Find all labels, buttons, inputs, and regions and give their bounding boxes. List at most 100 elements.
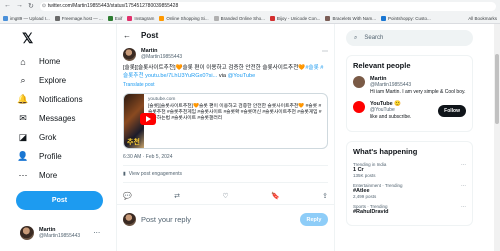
tweet-text-main: [슬롯][슬롯사이트추천]🧡슬롯 편이 이용하고 검증한 안전한 슬롯사이트추천…	[123, 65, 306, 71]
trend-item[interactable]: Sports · Trending #RahulDravid ⋯	[353, 204, 466, 215]
bookmark-label: Freemage.host — ...	[61, 15, 103, 21]
nav-item-label: Notifications	[39, 95, 83, 104]
nav-item-grok[interactable]: ◪ Grok	[16, 128, 106, 147]
thumbnail-text: 추천	[127, 139, 140, 146]
tweet: Martin @Martin19855443 ⋯ [슬롯][슬롯사이트추천]🧡슬…	[117, 46, 334, 190]
bookmark-item[interactable]: img89 — Upload I...	[3, 15, 50, 21]
youtube-mention-link[interactable]: @YouTube	[228, 73, 256, 79]
whats-happening-panel: What's happening Trending in India 1 Cr 13…	[346, 141, 473, 226]
tweet-author-handle[interactable]: @Martin19855443	[141, 54, 182, 60]
nav-item-profile[interactable]: 👤 Profile	[16, 147, 106, 166]
card-description: [슬롯][슬롯사이트추천]🧡슬롯 편이 이용하고 검증한 안전한 슬롯사이트추천…	[147, 104, 322, 121]
bookmark-item[interactable]: Branded Online Sho...	[213, 15, 265, 21]
more-options-icon[interactable]: ⋯	[322, 48, 328, 61]
person-bio: Hi iam Martin. I am very simple & Cool b…	[370, 89, 466, 95]
bookmark-label: Online Shopping Si...	[166, 15, 209, 21]
like-icon[interactable]: ♡	[222, 192, 228, 200]
bookmark-favicon-icon	[3, 15, 8, 21]
trend-count: 2,499 posts	[353, 194, 377, 199]
nav-item-messages[interactable]: ✉ Messages	[16, 109, 106, 128]
nav-item-notifications[interactable]: 🔔 Notifications	[16, 90, 106, 109]
retweet-icon[interactable]: ⇄	[174, 192, 180, 200]
reply-input[interactable]: Post your reply	[141, 215, 295, 224]
nav-item-home[interactable]: ⌂ Home	[16, 52, 106, 71]
translate-post-link[interactable]: Translate post	[123, 82, 328, 88]
relevant-person[interactable]: YouTube 🙂 @YouTube like and subscribe. Foll…	[353, 101, 466, 120]
tweet-avatar[interactable]	[123, 48, 136, 61]
bookmark-item[interactable]: Bracelets With Nam...	[325, 15, 376, 21]
forward-arrow-icon[interactable]: →	[16, 2, 23, 10]
search-input[interactable]: ⌕ Search	[346, 30, 473, 46]
reply-button[interactable]: Reply	[300, 213, 328, 226]
scrollbar[interactable]	[494, 24, 500, 251]
home-icon: ⌂	[20, 56, 26, 67]
more-options-icon[interactable]: ⋯	[461, 183, 466, 189]
bookmark-favicon-icon	[127, 15, 133, 21]
person-bio: like and subscribe.	[370, 114, 412, 120]
avatar[interactable]	[353, 101, 365, 113]
bookmark-item[interactable]: Bijoy - Unicode Con...	[269, 15, 320, 21]
account-switcher[interactable]: Martin @Martin19855443 ⋯	[20, 226, 100, 240]
relevant-people-panel: Relevant people Martin @Martin19855443 Hi …	[346, 55, 473, 132]
tweet-actions: 💬 ⇄ ♡ 🔖 ⇪	[117, 190, 334, 202]
nav-item-label: More	[39, 171, 58, 180]
bookmark-item[interactable]: Instagram	[127, 15, 155, 21]
bookmark-item[interactable]: Exif	[107, 15, 122, 21]
back-arrow-icon[interactable]: ←	[4, 2, 11, 10]
post-button[interactable]: Post	[16, 191, 103, 210]
bookmark-label: Bracelets With Nam...	[332, 15, 376, 21]
share-icon[interactable]: ⇪	[322, 192, 328, 200]
account-handle: @Martin19855443	[39, 233, 81, 239]
address-bar[interactable]: ⊙ twitter.com/Martin19855443/status/1754…	[39, 1, 496, 11]
post-header: ← Post	[117, 24, 334, 46]
post-engagements-link[interactable]: ▮ View post engagements	[123, 171, 328, 177]
trend-title: #RahulDravid	[353, 209, 389, 215]
divider	[117, 204, 334, 205]
more-options-icon[interactable]: ⋯	[461, 162, 466, 168]
trend-count: 135K posts	[353, 173, 376, 178]
divider	[123, 165, 328, 166]
reply-icon[interactable]: 💬	[123, 192, 132, 200]
bookmark-item[interactable]: Pointshoppy: Custo...	[380, 15, 431, 21]
bookmark-label: Instagram	[134, 15, 155, 21]
trend-item[interactable]: Entertainment · Trending #Atlee 2,499 post…	[353, 183, 466, 199]
browser-chrome: ← → ↻ ⊙ twitter.com/Martin19855443/statu…	[0, 0, 500, 24]
relevant-person[interactable]: Martin @Martin19855443 Hi iam Martin. I am…	[353, 76, 466, 95]
nav-item-more[interactable]: ⋯ More	[16, 166, 106, 185]
bookmark-favicon-icon	[107, 15, 113, 21]
person-handle: @YouTube	[370, 107, 395, 113]
play-icon[interactable]	[140, 113, 156, 125]
page-title: Post	[141, 30, 159, 40]
bookmark-favicon-icon	[159, 15, 165, 21]
site-info-icon[interactable]: ⊙	[42, 2, 46, 11]
scrollbar-thumb[interactable]	[495, 54, 499, 124]
back-arrow-icon[interactable]: ←	[123, 31, 131, 40]
nav-item-label: Grok	[39, 133, 57, 142]
link-card[interactable]: 추천 youtube.com [슬롯][슬롯사이트추천]🧡슬롯 편이 이용하고 …	[123, 93, 328, 149]
nav-item-label: Explore	[39, 76, 67, 85]
nav-item-label: Messages	[39, 114, 76, 123]
trend-item[interactable]: Trending in India 1 Cr 135K posts ⋯	[353, 162, 466, 178]
x-logo-icon[interactable]: 𝕏	[22, 30, 106, 47]
bookmark-item[interactable]: Online Shopping Si...	[159, 15, 209, 21]
bookmark-favicon-icon	[213, 15, 219, 21]
bookmark-favicon-icon	[54, 15, 60, 21]
more-options-icon[interactable]: ⋯	[93, 229, 100, 237]
nav-item-explore[interactable]: ⌕ Explore	[16, 71, 106, 90]
all-bookmarks-button[interactable]: All Bookmarks	[468, 16, 497, 21]
tweet-timestamp[interactable]: 6:30 AM · Feb 5, 2024	[123, 154, 328, 160]
avatar	[20, 226, 34, 240]
right-sidebar: ⌕ Search Relevant people Martin @Martin19…	[346, 30, 473, 226]
more-icon: ⋯	[18, 170, 28, 180]
more-options-icon[interactable]: ⋯	[461, 204, 466, 210]
avatar[interactable]	[353, 76, 365, 88]
reply-composer: Post your reply Reply	[117, 209, 334, 230]
bookmark-icon[interactable]: 🔖	[271, 192, 280, 200]
video-thumbnail[interactable]: 추천	[124, 94, 156, 148]
follow-button[interactable]: Follow	[438, 104, 466, 117]
tweet-text: [슬롯][슬롯사이트추천]🧡슬롯 편이 이용하고 검증한 안전한 슬롯사이트추천…	[123, 65, 328, 80]
bookmark-item[interactable]: Freemage.host — ...	[54, 15, 103, 21]
browser-toolbar: ← → ↻ ⊙ twitter.com/Martin19855443/statu…	[0, 0, 500, 12]
reload-icon[interactable]: ↻	[28, 2, 34, 10]
whats-happening-title: What's happening	[353, 147, 418, 156]
